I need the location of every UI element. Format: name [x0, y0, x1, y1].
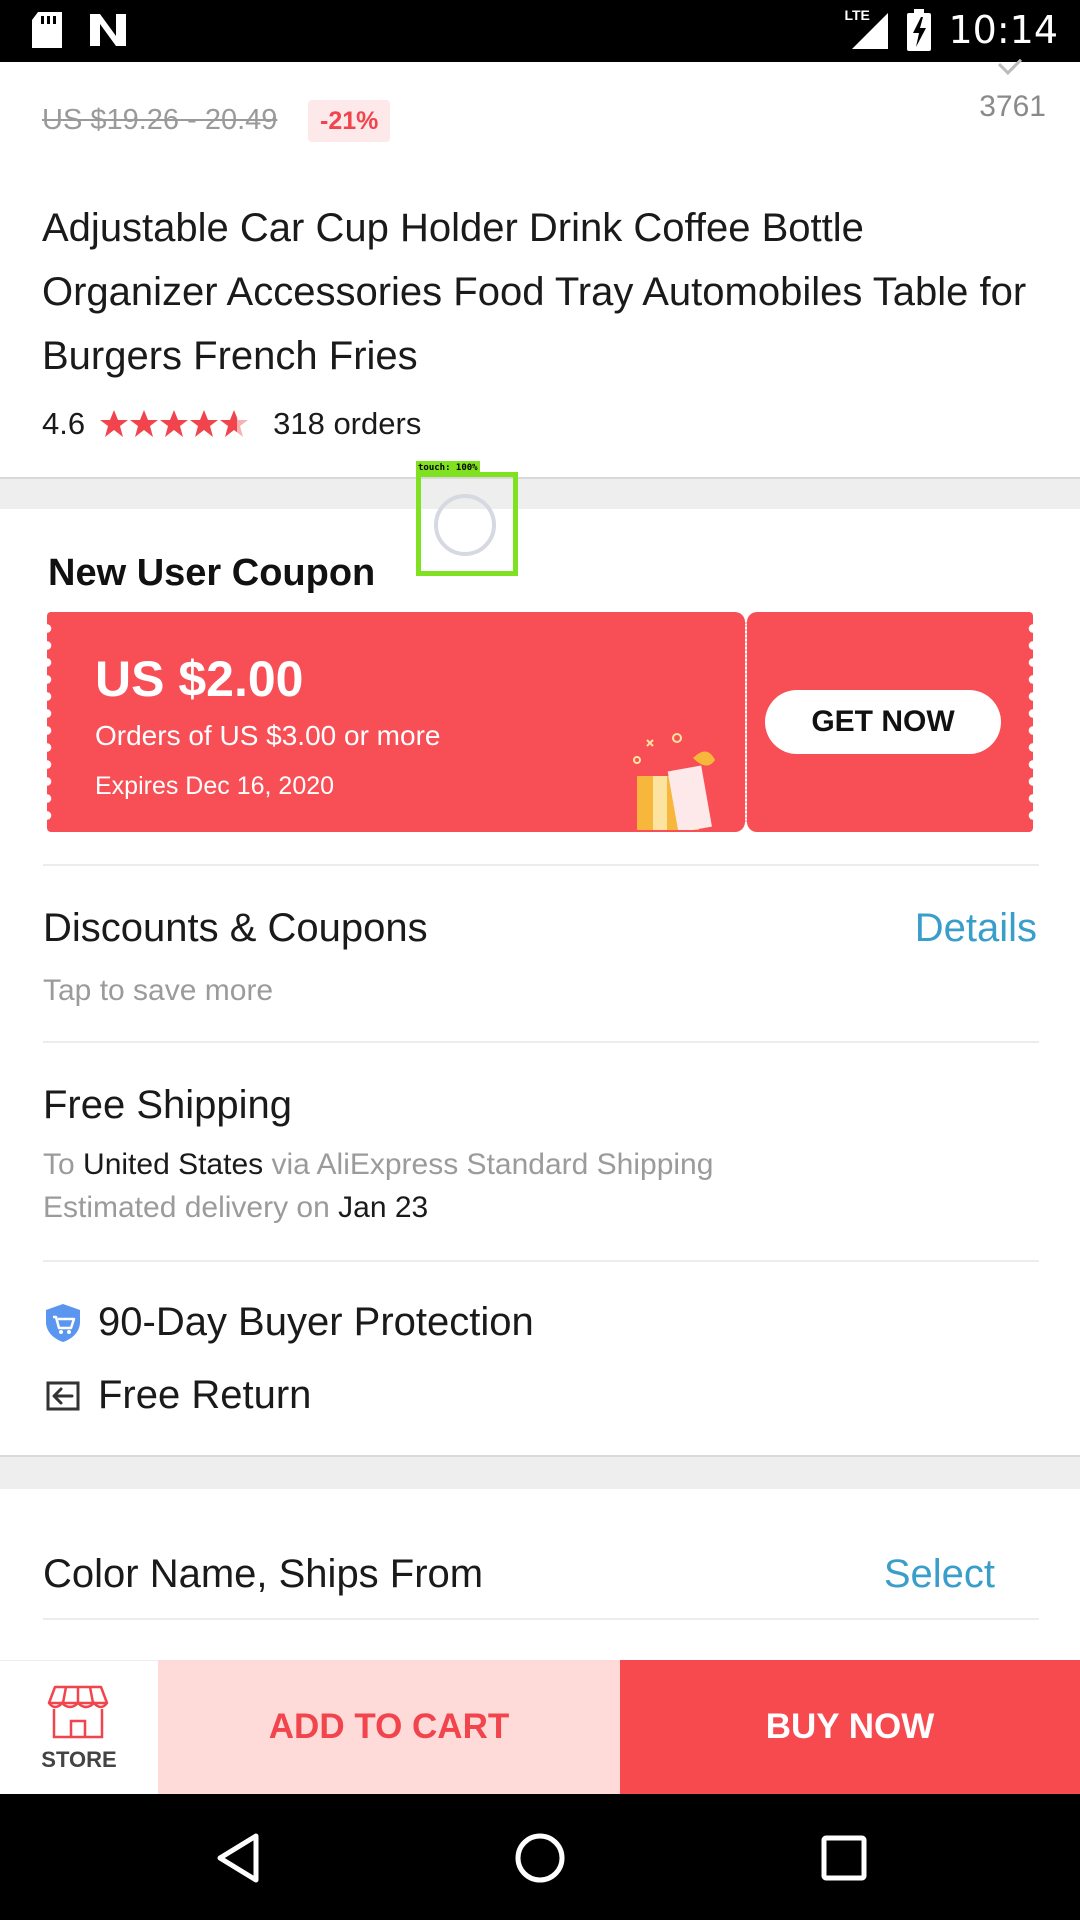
discount-badge: -21% [308, 100, 391, 142]
orders-count: 318 orders [273, 406, 422, 441]
shipping-country: United States [83, 1148, 264, 1181]
sd-card-icon [32, 12, 62, 48]
discounts-subtitle: Tap to save more [43, 974, 274, 1007]
rating-stars [99, 409, 249, 439]
return-icon [46, 1381, 80, 1410]
free-return-row[interactable]: Free Return [42, 1373, 311, 1418]
rating-row[interactable]: 4.6 318 orders [42, 406, 421, 442]
buy-now-button[interactable]: BUY NOW [620, 1660, 1080, 1794]
coupon-amount: US $2.00 [95, 651, 304, 707]
buyer-protection-label: 90-Day Buyer Protection [98, 1300, 534, 1344]
coupon-expiry: Expires Dec 16, 2020 [95, 772, 335, 800]
star-icon [130, 410, 159, 437]
shipping-destination: To United States via AliExpress Standard… [43, 1148, 714, 1181]
star-icon [100, 410, 129, 437]
get-now-button[interactable]: GET NOW [765, 690, 1001, 754]
details-link[interactable]: Details [915, 906, 1037, 951]
section-gap [0, 479, 1080, 509]
home-icon[interactable] [512, 1830, 568, 1886]
store-button[interactable]: STORE [0, 1660, 158, 1794]
divider [43, 1260, 1039, 1262]
free-return-label: Free Return [98, 1373, 312, 1417]
divider [43, 1041, 1039, 1043]
star-icon [190, 410, 219, 437]
delivery-date: Jan 23 [338, 1191, 429, 1224]
select-link[interactable]: Select [884, 1552, 995, 1597]
divider [43, 1618, 1039, 1620]
store-icon [47, 1685, 109, 1739]
recents-icon[interactable] [816, 1830, 872, 1886]
buyer-protection-row[interactable]: 90-Day Buyer Protection [42, 1300, 534, 1345]
divider [43, 864, 1039, 866]
battery-charging-icon [907, 9, 932, 51]
coupon-section-title: New User Coupon [48, 552, 376, 594]
rating-value: 4.6 [42, 406, 86, 441]
coupon-condition: Orders of US $3.00 or more [95, 720, 441, 751]
discounts-title: Discounts & Coupons [43, 906, 428, 950]
star-icon [220, 410, 249, 437]
clock: 10:14 [948, 8, 1058, 52]
current-price-partial [42, 46, 462, 66]
touch-indicator-circle [434, 494, 496, 556]
system-nav-bar [0, 1794, 1080, 1920]
original-price: US $19.26 - 20.49 [42, 104, 278, 136]
store-label: STORE [41, 1747, 117, 1772]
bottom-action-bar: STORE ADD TO CART BUY NOW [0, 1660, 1080, 1794]
section-gap [0, 1457, 1080, 1489]
wishlist-count: 3761 [979, 90, 1046, 123]
gift-icon [633, 733, 715, 830]
star-icon [160, 410, 189, 437]
product-title: Adjustable Car Cup Holder Drink Coffee B… [42, 206, 1027, 378]
variant-title: Color Name, Ships From [43, 1552, 484, 1596]
shipping-title: Free Shipping [43, 1083, 293, 1127]
back-icon[interactable] [212, 1830, 268, 1886]
signal-icon: LTE [844, 7, 890, 51]
add-to-cart-button[interactable]: ADD TO CART [158, 1660, 620, 1794]
shield-cart-icon [46, 1303, 80, 1342]
n-notification-icon [90, 14, 126, 46]
shipping-delivery: Estimated delivery on Jan 23 [43, 1191, 429, 1224]
new-user-coupon[interactable]: US $2.00 Orders of US $3.00 or more Expi… [41, 612, 1039, 832]
